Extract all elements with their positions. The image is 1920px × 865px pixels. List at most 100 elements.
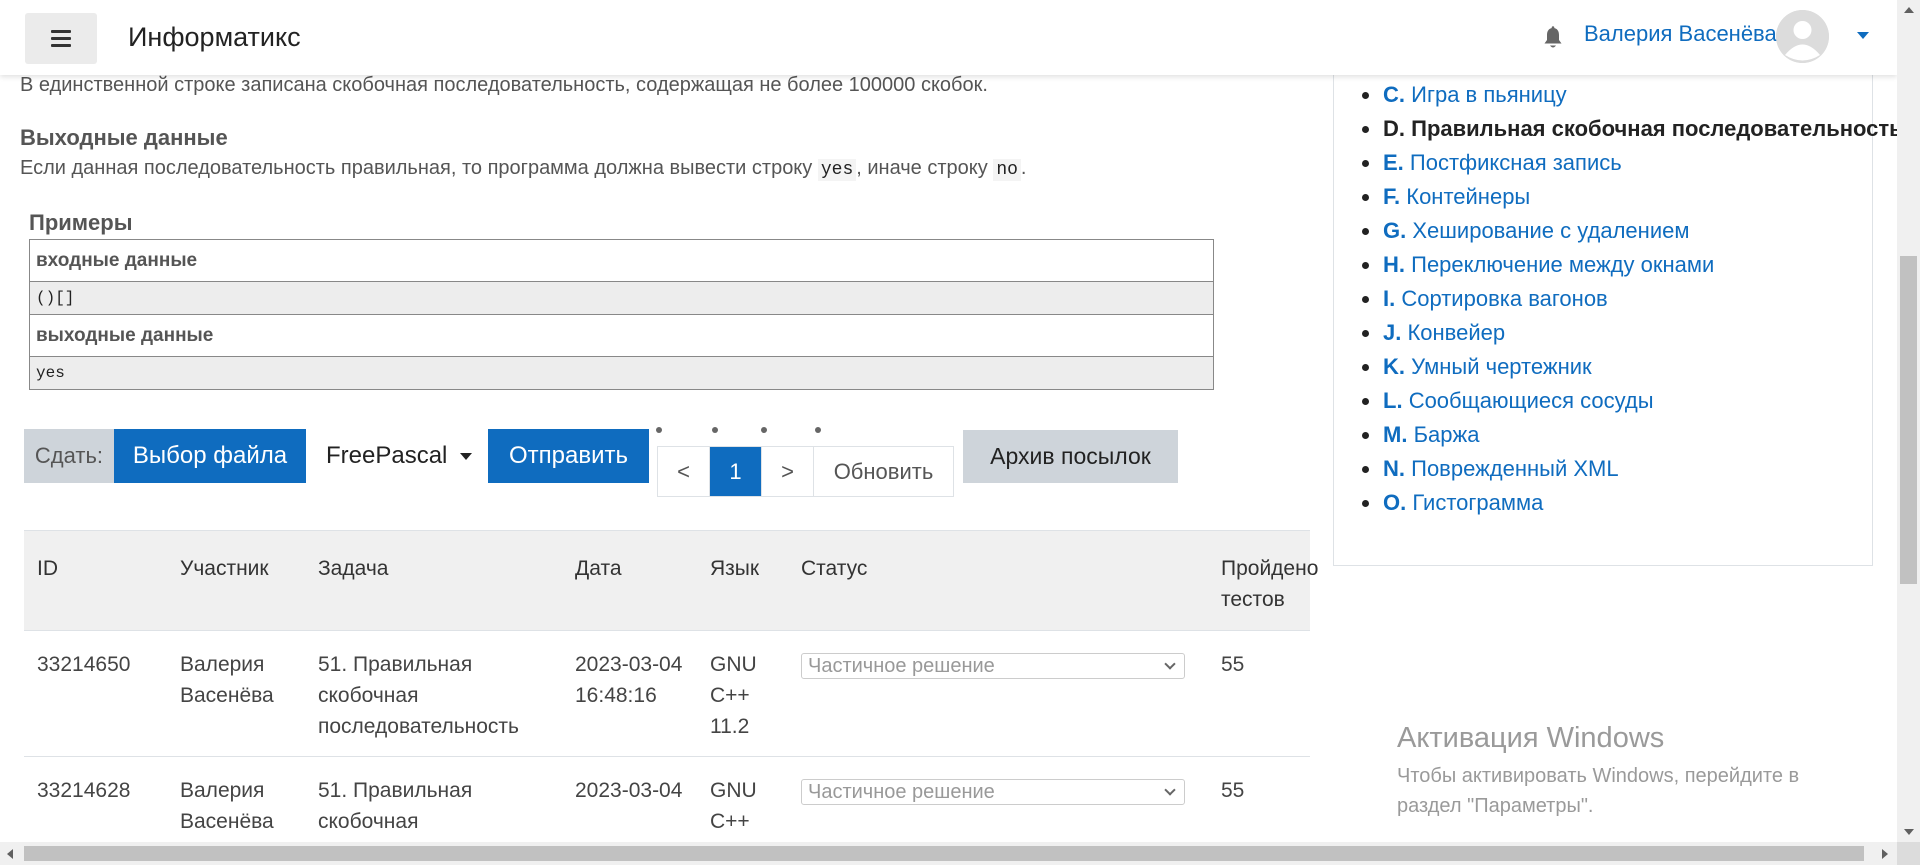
pager-prev-button[interactable]: < (658, 447, 710, 496)
submission-passed: 55 (1208, 630, 1310, 757)
windows-activation-watermark: Активация Windows Чтобы активировать Win… (1397, 722, 1799, 821)
submission-problem: 51. Правильная скобочная последовательно… (305, 630, 562, 757)
status-select-value: Частичное решение (808, 655, 995, 677)
submit-label: Сдать: (24, 429, 114, 483)
example-input-value: ()[] (29, 281, 1214, 315)
horizontal-scrollbar[interactable] (0, 842, 1897, 865)
choose-file-button[interactable]: Выбор файла (114, 429, 306, 483)
problem-letter: I. (1383, 286, 1396, 311)
scroll-up-arrow-icon[interactable] (1904, 7, 1914, 13)
problem-title: Переключение между окнами (1411, 252, 1715, 277)
problem-title: Гистограмма (1412, 490, 1544, 515)
chevron-down-icon (1164, 784, 1176, 796)
problem-letter: K. (1383, 354, 1405, 379)
problem-item-j[interactable]: J. Конвейер (1362, 316, 1897, 350)
problem-title: Конвейер (1407, 320, 1506, 345)
scroll-right-arrow-icon[interactable] (1882, 849, 1888, 859)
problem-item-g[interactable]: G. Хеширование с удалением (1362, 214, 1897, 248)
scroll-down-arrow-icon[interactable] (1904, 829, 1914, 835)
column-header-id[interactable]: ID (24, 530, 167, 631)
bell-icon[interactable] (1542, 26, 1564, 50)
code-no: no (993, 159, 1021, 181)
problem-title: Хеширование с удалением (1412, 218, 1690, 243)
column-header-language[interactable]: Язык (697, 530, 788, 631)
problem-letter: L. (1383, 388, 1403, 413)
chevron-down-icon[interactable] (1857, 32, 1869, 39)
status-select[interactable]: Частичное решение (801, 779, 1185, 805)
column-header-participant[interactable]: Участник (167, 530, 305, 631)
problem-title: Контейнеры (1406, 184, 1531, 209)
pager-dot (656, 427, 662, 433)
submission-participant: Валерия Васенёва (167, 756, 305, 842)
problem-item-n[interactable]: N. Поврежденный XML (1362, 452, 1897, 486)
column-header-passed[interactable]: Пройдено тестов (1208, 530, 1318, 631)
vertical-scrollbar[interactable] (1897, 0, 1920, 842)
code-yes: yes (817, 159, 857, 181)
problem-title: Баржа (1413, 422, 1480, 447)
output-text-part3: . (1020, 157, 1027, 179)
submission-problem: 51. Правильная скобочная последовательно… (305, 756, 562, 842)
submission-date: 2023-03-04 16:48:16 (562, 630, 697, 757)
send-button[interactable]: Отправить (488, 429, 649, 483)
submission-language: GNU C++ (697, 756, 788, 842)
problem-item-m[interactable]: M. Баржа (1362, 418, 1897, 452)
menu-toggle-button[interactable] (25, 13, 97, 64)
problem-title: Сообщающиеся сосуды (1408, 388, 1654, 413)
top-navbar: Информатикс Валерия Васенёва (0, 0, 1897, 75)
pager-dot (712, 427, 718, 433)
problem-letter: E. (1383, 150, 1404, 175)
problem-title: Сортировка вагонов (1401, 286, 1608, 311)
problem-title: Поврежденный XML (1411, 456, 1619, 481)
chevron-down-icon (1164, 658, 1176, 670)
language-select[interactable]: FreePascal (310, 429, 486, 483)
windows-activation-line2: раздел "Параметры". (1397, 795, 1594, 817)
submission-date: 2023-03-04 (562, 756, 697, 842)
problem-title: Умный чертежник (1411, 354, 1592, 379)
problem-letter: C. (1383, 82, 1405, 107)
output-text-part1: Если данная последовательность правильна… (20, 157, 818, 179)
submission-id[interactable]: 33214628 (24, 756, 167, 842)
output-description: Если данная последовательность правильна… (20, 157, 1027, 181)
user-avatar-icon[interactable] (1776, 10, 1829, 63)
scroll-left-arrow-icon[interactable] (7, 849, 13, 859)
status-select[interactable]: Частичное решение (801, 653, 1185, 679)
problem-item-l[interactable]: L. Сообщающиеся сосуды (1362, 384, 1897, 418)
submissions-table: ID Участник Задача Дата Язык Статус Прой… (24, 530, 1318, 842)
problem-letter: M. (1383, 422, 1408, 447)
site-name[interactable]: Информатикс (128, 22, 301, 53)
scrollbar-corner (1897, 842, 1920, 865)
table-row[interactable]: 33214628 Валерия Васенёва 51. Правильная… (24, 756, 1310, 842)
page-viewport: В единственной строке записана скобочная… (0, 0, 1897, 842)
examples-title: Примеры (29, 210, 133, 235)
problem-title: Правильная скобочная последовательность (1411, 116, 1897, 141)
submission-id[interactable]: 33214650 (24, 630, 167, 757)
examples-table: входные данные ()[] выходные данные yes (29, 239, 1214, 390)
problem-item-o[interactable]: O. Гистограмма (1362, 486, 1897, 520)
problem-letter: J. (1383, 320, 1402, 345)
submission-passed: 55 (1208, 756, 1310, 842)
problem-item-e[interactable]: E. Постфиксная запись (1362, 146, 1897, 180)
horizontal-scroll-thumb[interactable] (24, 846, 1864, 861)
vertical-scroll-thumb[interactable] (1900, 256, 1917, 584)
column-header-problem[interactable]: Задача (305, 530, 562, 631)
table-row[interactable]: 33214650 Валерия Васенёва 51. Правильная… (24, 630, 1310, 757)
example-output-value: yes (29, 356, 1214, 390)
problem-item-f[interactable]: F. Контейнеры (1362, 180, 1897, 214)
menu-icon (51, 28, 71, 49)
user-name-link[interactable]: Валерия Васенёва (1584, 21, 1777, 47)
refresh-button[interactable]: Обновить (814, 447, 953, 496)
problem-item-i[interactable]: I. Сортировка вагонов (1362, 282, 1897, 316)
submission-language: GNU C++ 11.2 (697, 630, 788, 757)
submission-status-cell: Частичное решение (788, 630, 1208, 757)
submissions-archive-button[interactable]: Архив посылок (963, 430, 1178, 483)
windows-activation-text: Чтобы активировать Windows, перейдите в … (1397, 761, 1799, 821)
pager-page-1[interactable]: 1 (710, 447, 762, 496)
column-header-status[interactable]: Статус (788, 530, 1208, 631)
problem-item-k[interactable]: K. Умный чертежник (1362, 350, 1897, 384)
problem-item-h[interactable]: H. Переключение между окнами (1362, 248, 1897, 282)
problem-letter: N. (1383, 456, 1405, 481)
column-header-date[interactable]: Дата (562, 530, 697, 631)
pager-next-button[interactable]: > (762, 447, 814, 496)
language-select-value: FreePascal (326, 442, 448, 469)
problem-item-c[interactable]: C. Игра в пьяницу (1362, 78, 1897, 112)
